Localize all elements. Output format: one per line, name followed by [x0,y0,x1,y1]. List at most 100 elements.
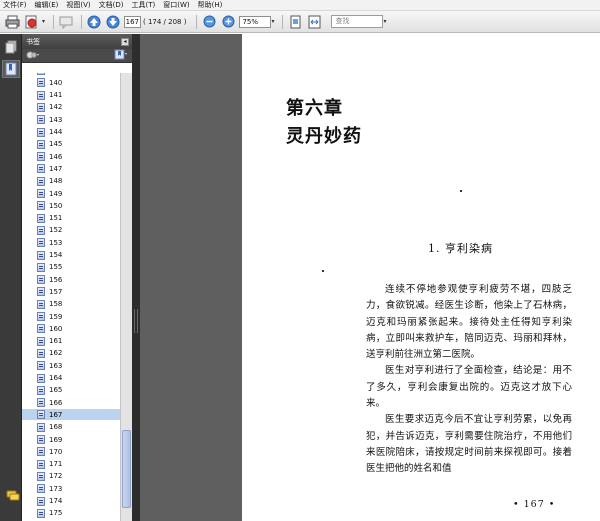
bookmark-item[interactable]: 153 [22,237,120,248]
scrollbar-thumb[interactable] [122,430,131,508]
bookmark-item[interactable]: 165 [22,385,120,396]
bookmark-item[interactable]: 159 [22,311,120,322]
bookmarks-panel-toolbar [22,49,132,63]
previous-page-icon[interactable] [86,14,102,30]
bookmark-list-scrollbar[interactable] [120,73,132,521]
menu-bar: 文件(F) 编辑(E) 视图(V) 文档(D) 工具(T) 窗口(W) 帮助(H… [0,0,600,11]
bookmark-item[interactable]: 163 [22,360,120,371]
comments-panel-icon[interactable] [4,487,22,505]
bookmark-item[interactable]: 169 [22,434,120,445]
bookmark-item[interactable]: 173 [22,483,120,494]
paragraph: 连续不停地参观使亨利疲劳不堪，四肢乏力，食欲锐减。经医生诊断，他染上了石林病，迈… [366,284,572,361]
zoom-level-select[interactable]: 75% [239,15,272,28]
comment-icon[interactable] [58,14,74,30]
zoom-in-icon[interactable] [220,14,236,30]
bookmark-item[interactable]: 160 [22,323,120,334]
next-page-icon[interactable] [105,14,121,30]
bookmark-item[interactable]: 162 [22,348,120,359]
bookmark-item[interactable]: 175 [22,508,120,519]
bookmark-page-icon [37,422,45,432]
bookmark-item[interactable]: 171 [22,459,120,470]
bookmark-label: 157 [49,287,63,296]
zoom-dropdown-icon[interactable]: ▾ [271,18,274,25]
share-dropdown-icon[interactable]: ▾ [42,18,45,25]
bookmark-item[interactable]: 148 [22,176,120,187]
panel-collapse-icon[interactable]: ◂ [121,37,129,46]
search-input[interactable]: 查找 [331,15,384,28]
bookmark-item[interactable]: 149 [22,188,120,199]
menu-tools[interactable]: 工具(T) [132,0,156,10]
bookmark-item[interactable]: 141 [22,90,120,101]
menu-view[interactable]: 视图(V) [66,0,90,10]
bookmark-item[interactable]: 140 [22,77,120,88]
bookmark-item[interactable]: 139 [22,73,120,76]
bookmark-item[interactable]: 151 [22,213,120,224]
bookmark-item[interactable]: 146 [22,151,120,162]
options-icon[interactable] [26,50,40,62]
fit-page-icon[interactable] [287,14,303,30]
menu-window[interactable]: 窗口(W) [163,0,189,10]
new-bookmark-icon[interactable] [114,49,128,62]
bookmark-item[interactable]: 152 [22,225,120,236]
bookmark-item[interactable]: 144 [22,127,120,138]
zoom-out-icon[interactable] [201,14,217,30]
bookmark-label: 154 [49,251,63,259]
bookmark-page-icon [37,152,45,162]
print-icon[interactable] [4,14,20,30]
bookmark-item[interactable]: 142 [22,102,120,113]
bookmark-item[interactable]: 150 [22,200,120,211]
bookmark-item[interactable]: 164 [22,373,120,384]
menu-file[interactable]: 文件(F) [3,0,27,10]
bookmark-page-icon [37,336,45,346]
speck [322,270,324,272]
bookmark-page-icon [37,496,45,506]
bookmark-item[interactable]: 143 [22,114,120,125]
bookmark-label: 162 [49,349,63,358]
bookmark-page-icon [37,73,45,75]
bookmark-page-icon [37,348,45,358]
bookmark-item[interactable]: 147 [22,163,120,174]
fit-width-icon[interactable] [306,14,322,30]
bookmark-item[interactable]: 158 [22,299,120,310]
pages-panel-icon[interactable] [2,38,20,56]
menu-document[interactable]: 文档(D) [99,0,124,10]
bookmark-label: 144 [49,128,63,136]
page-count: ( 174 / 208 ) [143,17,187,26]
bookmark-page-icon [37,324,45,334]
bookmark-item[interactable]: 155 [22,262,120,273]
bookmark-item[interactable]: 174 [22,496,120,507]
bookmark-label: 165 [49,386,63,395]
bookmark-label: 164 [49,374,63,382]
bookmark-page-icon [37,213,45,223]
bookmark-item[interactable]: 156 [22,274,120,285]
bookmark-page-icon [37,102,45,112]
bookmark-label: 155 [49,263,63,272]
bookmark-page-icon [37,398,45,408]
menu-edit[interactable]: 编辑(E) [35,0,59,10]
bookmark-page-icon [37,225,45,235]
paragraph: 医生要求迈克今后不宜让亨利劳累，以免再犯，并告诉迈克，亨利需要住院治疗，不用他们… [366,414,572,475]
bookmark-item[interactable]: 168 [22,422,120,433]
bookmark-item[interactable]: 167 [22,409,120,421]
bookmark-item[interactable]: 166 [22,397,120,408]
bookmark-item[interactable]: 172 [22,471,120,482]
bookmarks-panel-icon[interactable] [2,60,20,78]
share-icon[interactable] [23,14,39,30]
bookmark-item[interactable]: 170 [22,446,120,457]
search-dropdown-icon[interactable]: ▾ [383,18,386,25]
bookmark-label: 156 [49,275,63,284]
toolbar-separator [196,14,198,29]
bookmark-item[interactable]: 161 [22,336,120,347]
bookmark-item[interactable]: 145 [22,139,120,150]
bookmark-item[interactable]: 157 [22,286,120,297]
bookmark-page-icon [37,287,45,297]
menu-help[interactable]: 帮助(H) [198,0,223,10]
page-number-input[interactable]: 167 [124,15,142,28]
bookmark-item[interactable]: 154 [22,250,120,261]
bookmark-page-icon [37,238,45,248]
bookmark-page-icon [37,275,45,285]
splitter-grip[interactable] [134,309,138,333]
bookmark-label: 170 [49,447,63,456]
bookmark-label: 147 [49,164,63,173]
panel-splitter[interactable] [132,34,140,521]
